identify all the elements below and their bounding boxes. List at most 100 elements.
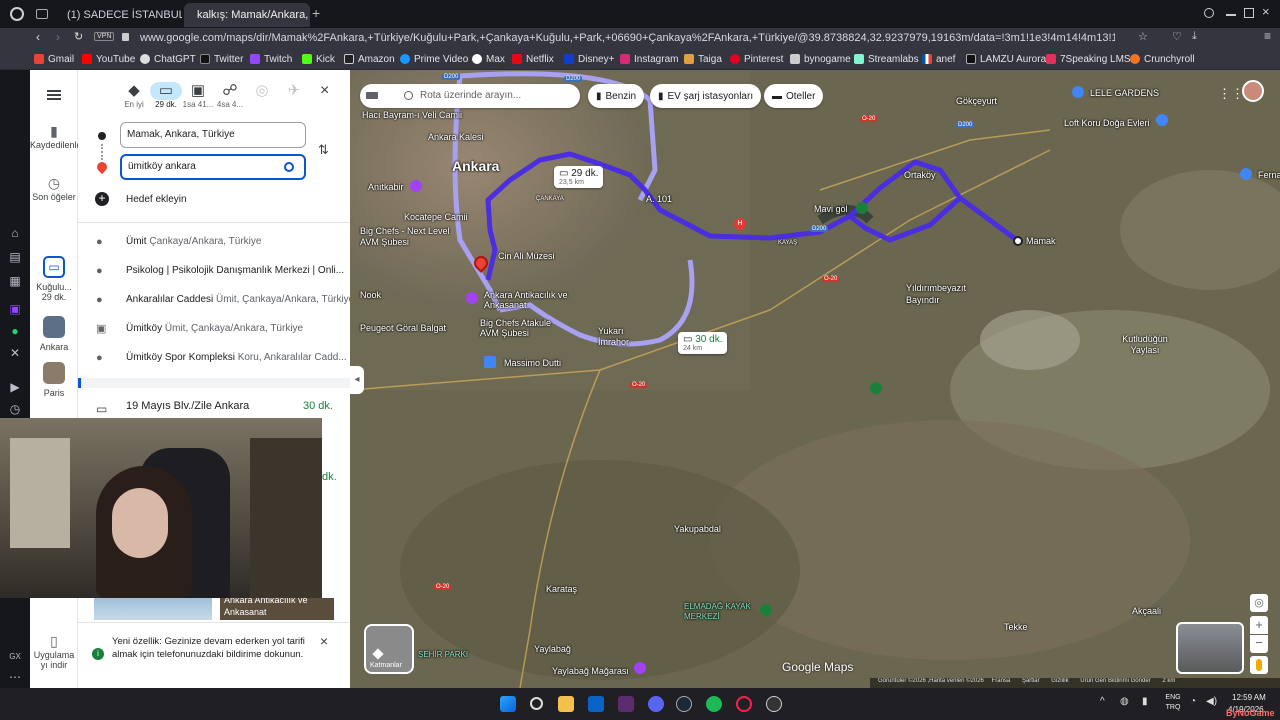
origin-input[interactable]: Mamak, Ankara, Türkiye bbox=[120, 122, 306, 148]
place-label[interactable]: Yaylabağ bbox=[534, 644, 571, 654]
recent-button[interactable]: ◷ Son öğeler bbox=[30, 176, 78, 202]
vpn-badge[interactable]: VPN bbox=[94, 32, 115, 41]
bookmark-instagram[interactable]: Instagram bbox=[620, 51, 678, 67]
pinned-trip[interactable]: ▭ Kuğulu... 29 dk. bbox=[30, 256, 78, 302]
place-icon[interactable] bbox=[1072, 86, 1084, 98]
close-notice-icon[interactable]: × bbox=[320, 633, 328, 649]
discord-icon[interactable] bbox=[648, 696, 664, 712]
pin-icon[interactable]: ⌂ bbox=[8, 226, 22, 240]
browser-logo-icon[interactable] bbox=[10, 7, 24, 21]
pegman-icon[interactable] bbox=[1250, 656, 1268, 674]
country-link[interactable]: Fransa bbox=[992, 678, 1011, 684]
place-label[interactable]: Yıldırımbeyazıt Bayındır bbox=[906, 282, 986, 306]
mode-driving[interactable]: ▭ 29 dk. bbox=[150, 82, 182, 109]
place-label[interactable]: Karataş bbox=[546, 584, 577, 594]
chip-hotels[interactable]: ▬ Oteller bbox=[764, 84, 824, 108]
place-photo[interactable] bbox=[94, 598, 212, 620]
route-time-badge[interactable]: ▭ 30 dk. 24 km bbox=[678, 332, 728, 354]
place-label[interactable]: Tekke bbox=[1004, 622, 1028, 632]
x-icon[interactable]: ✕ bbox=[8, 346, 22, 360]
place-label[interactable]: Akçaali bbox=[1132, 606, 1161, 616]
place-label[interactable]: Kocatepe Camii bbox=[404, 212, 468, 222]
park-icon[interactable] bbox=[870, 382, 882, 394]
history-icon[interactable]: ◷ bbox=[8, 402, 22, 416]
chip-gas[interactable]: ▮ Benzin bbox=[588, 84, 645, 108]
bookmark-lamzu[interactable]: LAMZU Aurora bbox=[966, 51, 1046, 67]
place-label[interactable]: Mavi göl bbox=[814, 204, 848, 214]
wifi-icon[interactable]: ◔ bbox=[1190, 696, 1196, 707]
place-label[interactable]: Loft Koru Doğa Evleri bbox=[1064, 118, 1150, 128]
new-tab-button[interactable]: + bbox=[312, 5, 320, 21]
zoom-in-button[interactable]: + bbox=[1250, 616, 1268, 634]
get-app-button[interactable]: ▯ Uygulama yı indir bbox=[30, 634, 78, 670]
park-icon[interactable] bbox=[856, 202, 868, 214]
hospital-icon[interactable]: H bbox=[734, 218, 746, 230]
folder-icon[interactable] bbox=[558, 696, 574, 712]
search-icon[interactable] bbox=[1204, 8, 1214, 18]
bookmark-netflix[interactable]: Netflix bbox=[512, 51, 554, 67]
more-icon[interactable]: ⋯ bbox=[8, 670, 22, 684]
minimize-icon[interactable] bbox=[1226, 14, 1236, 16]
mode-transit[interactable]: ▣ 1sa 41... bbox=[182, 82, 214, 109]
close-directions-icon[interactable]: × bbox=[320, 82, 329, 100]
satellite-map[interactable]: Rota üzerinde arayın... ▮ Benzin ▮ EV şarj… bbox=[350, 70, 1280, 688]
recent-place-paris[interactable]: Paris bbox=[30, 362, 78, 398]
bookmark-taiga[interactable]: Taiga bbox=[684, 51, 722, 67]
keyboard-icon[interactable] bbox=[366, 92, 378, 99]
gx-label[interactable]: GX bbox=[6, 650, 24, 664]
bookmark-chatgpt[interactable]: ChatGPT bbox=[140, 51, 196, 67]
city-label[interactable]: Ankara bbox=[452, 158, 499, 174]
place-icon[interactable] bbox=[1240, 168, 1252, 180]
bookmark-twitch[interactable]: Twitch bbox=[250, 51, 292, 67]
place-label[interactable]: Peugeot Göral Balgat bbox=[360, 323, 446, 333]
suggestion-item[interactable]: ● Ümit Çankaya/Ankara, Türkiye bbox=[78, 228, 350, 256]
maximize-icon[interactable] bbox=[1244, 8, 1254, 18]
tab-youtube[interactable]: (1) SADECE İSTANBUL'DA bbox=[54, 3, 182, 27]
bookmark-max[interactable]: Max bbox=[472, 51, 505, 67]
recent-place-ankara[interactable]: Ankara bbox=[30, 316, 78, 352]
bookmark-anef[interactable]: anef bbox=[922, 51, 955, 67]
search-icon[interactable] bbox=[284, 162, 294, 172]
place-label[interactable]: A. 101 bbox=[646, 194, 672, 204]
street-view-thumbnail[interactable] bbox=[1176, 622, 1244, 674]
bookmark-bynogame[interactable]: bynogame bbox=[790, 51, 851, 67]
zoom-out-button[interactable]: − bbox=[1250, 635, 1268, 653]
suggestion-item[interactable]: ● Ümitköy Spor Kompleksi Koru, Ankaralıl… bbox=[78, 344, 350, 372]
museum-icon[interactable] bbox=[634, 662, 646, 674]
bookmark-twitter[interactable]: Twitter bbox=[200, 51, 243, 67]
shopping-icon[interactable] bbox=[484, 356, 496, 368]
outlook-icon[interactable] bbox=[588, 696, 604, 712]
place-label[interactable]: Ankara Kalesi bbox=[428, 132, 484, 142]
chip-ev-charging[interactable]: ▮ EV şarj istasyonları bbox=[650, 84, 762, 108]
avatar[interactable] bbox=[1242, 80, 1264, 102]
forward-icon[interactable]: › bbox=[56, 30, 60, 44]
place-label[interactable]: ELMADAĞ KAYAK MERKEZİ bbox=[684, 602, 760, 622]
place-label[interactable]: Anıtkabir bbox=[368, 182, 404, 192]
volume-icon[interactable]: ◀) bbox=[1206, 696, 1217, 707]
bookmark-prime-video[interactable]: Prime Video bbox=[400, 51, 468, 67]
place-label[interactable]: Ankara Antikacılık ve Ankasanat bbox=[484, 290, 574, 310]
place-label[interactable]: Ortaköy bbox=[904, 170, 936, 180]
place-label[interactable]: Big Chefs Atakule AVM Şubesi bbox=[480, 318, 570, 338]
bookmark-streamlabs[interactable]: Streamlabs bbox=[854, 51, 919, 67]
bookmark-youtube[interactable]: YouTube bbox=[82, 51, 135, 67]
place-label[interactable]: Ferna bbox=[1258, 170, 1280, 180]
heart-icon[interactable]: ♡ bbox=[1172, 30, 1182, 43]
whatsapp-icon[interactable]: ● bbox=[8, 324, 22, 338]
bookmark-crunchyroll[interactable]: Crunchyroll bbox=[1130, 51, 1195, 67]
clock[interactable]: 12:59 AM bbox=[1232, 693, 1266, 702]
place-label[interactable]: Hacı Bayram-ı Veli Camii bbox=[362, 110, 462, 120]
reload-icon[interactable]: ↻ bbox=[74, 30, 83, 43]
mode-cycling[interactable]: ◎ bbox=[246, 82, 278, 100]
obs-icon[interactable] bbox=[766, 696, 782, 712]
mode-walking[interactable]: ☍ 4sa 4... bbox=[214, 82, 246, 109]
steam-icon[interactable] bbox=[676, 696, 692, 712]
star-icon[interactable]: ☆ bbox=[1138, 30, 1148, 43]
suggestion-item[interactable]: ● Psikolog | Psikolojik Danışmanlık Merk… bbox=[78, 257, 350, 285]
place-label[interactable]: Kutludüğün Yaylası bbox=[1112, 334, 1178, 356]
language-indicator[interactable]: ENG TRQ bbox=[1162, 693, 1184, 713]
privacy-link[interactable]: Gizlilik bbox=[1051, 678, 1068, 684]
destination-input[interactable]: ümitköy ankara bbox=[120, 154, 306, 180]
place-label[interactable]: Gökçeyurt bbox=[956, 96, 997, 106]
player-icon[interactable]: ▶ bbox=[8, 380, 22, 394]
